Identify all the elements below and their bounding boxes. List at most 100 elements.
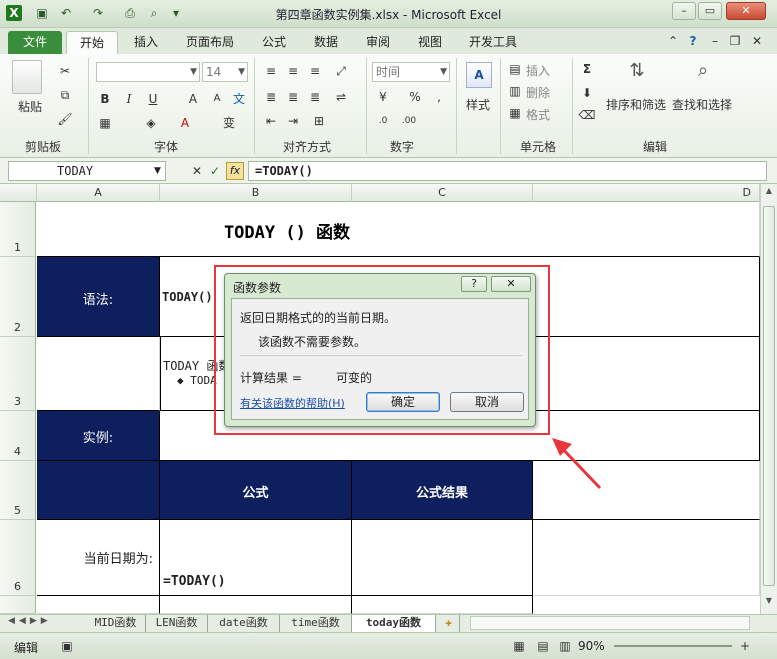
find-select-button[interactable]: 查找和选择 [672, 96, 732, 113]
fill-icon[interactable]: ⬇ [578, 84, 596, 102]
align-center-icon[interactable]: ≣ [284, 88, 302, 106]
styles-button[interactable]: 样式 [466, 96, 490, 113]
align-bottom-icon[interactable]: ≡ [306, 62, 324, 80]
number-format-combo[interactable]: 时间 ▼ [372, 62, 450, 82]
cell-result-value[interactable] [352, 520, 533, 596]
new-sheet-icon[interactable]: ✚ [438, 615, 460, 632]
column-header-b[interactable]: B [160, 184, 352, 202]
cell-d6[interactable] [533, 520, 760, 596]
bold-icon[interactable]: B [96, 90, 114, 108]
percent-icon[interactable]: % [406, 88, 424, 106]
find-select-icon[interactable]: ⌕ [690, 62, 716, 90]
wrap-text-icon[interactable]: ⇌ [332, 88, 350, 106]
row-header-7[interactable] [0, 596, 36, 614]
format-cells-icon[interactable]: ▦ [506, 104, 524, 122]
sheet-nav-icon[interactable]: ◀◀▶▶ [8, 616, 52, 626]
column-header-d[interactable]: D [533, 184, 760, 202]
paste-icon[interactable] [12, 60, 42, 94]
fill-color-icon[interactable]: ◈ [142, 114, 160, 132]
sheet-tab-date[interactable]: date函数 [208, 615, 280, 632]
row-header-1[interactable]: 1 [0, 202, 36, 257]
autosum-icon[interactable]: Σ [578, 60, 596, 78]
increase-decimal-icon[interactable]: .0 [374, 112, 392, 130]
row-header-3[interactable]: 3 [0, 337, 36, 411]
currency-icon[interactable]: ¥ [374, 88, 392, 106]
cell-formula-value[interactable]: =TODAY() [160, 520, 352, 596]
wb-minimize-icon[interactable]: – [706, 32, 724, 50]
wb-restore-icon[interactable]: ❐ [726, 32, 744, 50]
formula-input[interactable]: =TODAY() [248, 161, 767, 181]
scroll-up-icon[interactable]: ▲ [763, 186, 775, 200]
phonetic-icon[interactable]: 文 [230, 90, 248, 108]
zoom-in-icon[interactable]: + [736, 637, 754, 655]
cell-b7[interactable] [160, 596, 352, 614]
comma-icon[interactable]: , [430, 88, 448, 106]
tab-view[interactable]: 视图 [408, 31, 452, 54]
redo-icon[interactable]: ↷ [90, 5, 106, 21]
tab-home[interactable]: 开始 [66, 31, 118, 54]
italic-icon[interactable]: I [120, 90, 138, 108]
horizontal-scrollbar[interactable] [470, 616, 750, 630]
delete-cells-icon[interactable]: ▥ [506, 82, 524, 100]
normal-view-icon[interactable]: ▦ [510, 637, 528, 655]
copy-icon[interactable]: ⧉ [56, 86, 74, 104]
undo-icon[interactable]: ↶ [58, 5, 74, 21]
wb-close-icon[interactable]: ✕ [748, 32, 766, 50]
orientation-icon[interactable]: ⤢ [332, 62, 350, 80]
merge-center-icon[interactable]: ⊞ [310, 112, 328, 130]
clear-icon[interactable]: ⌫ [578, 106, 596, 124]
vertical-scrollbar[interactable]: ▲ ▼ [760, 184, 777, 614]
cell-a5[interactable] [37, 461, 160, 520]
tab-insert[interactable]: 插入 [124, 31, 168, 54]
tab-formulas[interactable]: 公式 [252, 31, 296, 54]
insert-cells-button[interactable]: 插入 [526, 62, 550, 79]
align-top-icon[interactable]: ≡ [262, 62, 280, 80]
page-break-view-icon[interactable]: ▥ [556, 637, 574, 655]
cell-result-header[interactable]: 公式结果 [352, 461, 533, 520]
row-header-5[interactable]: 5 [0, 461, 36, 520]
insert-cells-icon[interactable]: ▤ [506, 60, 524, 78]
page-layout-view-icon[interactable]: ▤ [534, 637, 552, 655]
row-header-6[interactable]: 6 [0, 520, 36, 596]
column-header-c[interactable]: C [352, 184, 533, 202]
zoom-level[interactable]: 90% [578, 639, 605, 653]
sheet-tab-time[interactable]: time函数 [280, 615, 352, 632]
change-case-icon[interactable]: 变 [220, 114, 238, 132]
decrease-font-icon[interactable]: A [208, 90, 226, 108]
increase-font-icon[interactable]: A [184, 90, 202, 108]
cell-syntax-label[interactable]: 语法: [37, 257, 160, 337]
increase-indent-icon[interactable]: ⇥ [284, 112, 302, 130]
cell-formula-header[interactable]: 公式 [160, 461, 352, 520]
styles-icon[interactable]: A [466, 62, 492, 88]
cut-icon[interactable]: ✂ [56, 62, 74, 80]
row-header-2[interactable]: 2 [0, 257, 36, 337]
name-box[interactable]: TODAY [8, 161, 166, 181]
column-header-a[interactable]: A [37, 184, 160, 202]
sort-filter-button[interactable]: 排序和筛选 [606, 96, 666, 113]
name-box-dropdown-icon[interactable]: ▼ [154, 166, 161, 176]
maximize-button[interactable]: ▭ [698, 2, 722, 20]
cell-current-date-label[interactable]: 当前日期为: [37, 520, 160, 596]
font-name-combo[interactable]: ▼ [96, 62, 200, 82]
sheet-tab-len[interactable]: LEN函数 [146, 615, 208, 632]
vertical-scroll-thumb[interactable] [763, 206, 775, 586]
minimize-button[interactable]: – [672, 2, 696, 20]
tab-page-layout[interactable]: 页面布局 [178, 31, 242, 54]
print-preview-icon[interactable]: ⌕ [146, 5, 162, 21]
cell-title[interactable]: TODAY () 函数 [37, 202, 760, 257]
font-size-combo[interactable]: 14 ▼ [202, 62, 248, 82]
paste-button[interactable]: 粘贴 [18, 98, 42, 115]
confirm-entry-icon[interactable]: ✓ [206, 162, 224, 180]
insert-function-icon[interactable]: fx [226, 162, 244, 180]
border-icon[interactable]: ▦ [96, 114, 114, 132]
macro-record-icon[interactable]: ▣ [58, 637, 76, 655]
align-middle-icon[interactable]: ≡ [284, 62, 302, 80]
scroll-down-icon[interactable]: ▼ [763, 596, 775, 610]
tab-review[interactable]: 审阅 [356, 31, 400, 54]
tab-file[interactable]: 文件 [8, 31, 62, 54]
sheet-tab-mid[interactable]: MID函数 [86, 615, 146, 632]
zoom-slider[interactable] [614, 645, 732, 647]
customize-toolbar-icon[interactable]: ▾ [168, 5, 184, 21]
cell-c7[interactable] [352, 596, 533, 614]
select-all-corner[interactable] [0, 184, 37, 202]
